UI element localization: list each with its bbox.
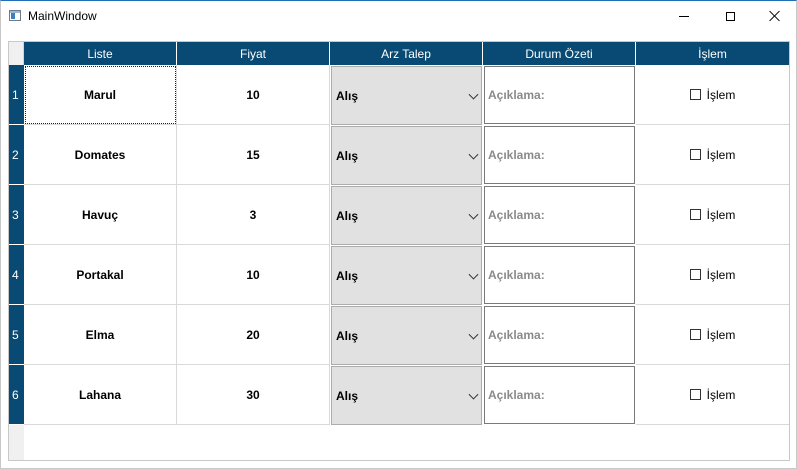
cell-fiyat[interactable]: 15 — [177, 125, 330, 185]
checkbox-label: İşlem — [706, 147, 736, 162]
combobox-value: Alış — [336, 208, 359, 223]
islem-checkbox[interactable]: İşlem — [636, 365, 789, 425]
minimize-button[interactable] — [661, 1, 707, 31]
minimize-icon — [679, 15, 689, 17]
row-header-6[interactable]: 6 — [9, 365, 24, 425]
islem-checkbox[interactable]: İşlem — [636, 185, 789, 245]
durum-ozeti-input[interactable]: Açıklama: — [484, 246, 635, 304]
combobox-value: Alış — [336, 328, 359, 343]
row-header-4[interactable]: 4 — [9, 245, 24, 305]
title-bar[interactable]: MainWindow — [1, 1, 796, 31]
checkbox-icon[interactable] — [689, 389, 701, 400]
row-header-empty-area — [9, 425, 24, 460]
cell-liste[interactable]: Portakal — [24, 245, 177, 305]
durum-ozeti-input[interactable]: Açıklama: — [484, 126, 635, 184]
arz-talep-combobox[interactable]: Alış — [331, 66, 482, 125]
column-header-arz-talep[interactable]: Arz Talep — [330, 42, 483, 65]
cell-fiyat[interactable]: 20 — [177, 305, 330, 365]
row-header-2[interactable]: 2 — [9, 125, 24, 185]
durum-ozeti-input[interactable]: Açıklama: — [484, 186, 635, 244]
table-corner[interactable] — [9, 42, 24, 65]
combobox-value: Alış — [336, 148, 359, 163]
chevron-down-icon — [468, 89, 479, 100]
checkbox-icon[interactable] — [689, 209, 701, 220]
chevron-down-icon — [468, 149, 479, 160]
cell-fiyat[interactable]: 10 — [177, 65, 330, 125]
islem-checkbox[interactable]: İşlem — [636, 305, 789, 365]
cell-fiyat[interactable]: 10 — [177, 245, 330, 305]
checkbox-label: İşlem — [706, 387, 736, 402]
column-header-liste[interactable]: Liste — [24, 42, 177, 65]
arz-talep-combobox[interactable]: Alış — [331, 306, 482, 365]
close-button[interactable] — [752, 1, 797, 31]
cell-liste[interactable]: Domates — [24, 125, 177, 185]
checkbox-icon[interactable] — [689, 89, 701, 100]
checkbox-label: İşlem — [706, 87, 736, 102]
checkbox-icon[interactable] — [689, 149, 701, 160]
close-icon — [769, 10, 781, 22]
islem-checkbox[interactable]: İşlem — [636, 65, 789, 125]
checkbox-icon[interactable] — [689, 329, 701, 340]
row-header-5[interactable]: 5 — [9, 305, 24, 365]
arz-talep-combobox[interactable]: Alış — [331, 366, 482, 425]
row-header-3[interactable]: 3 — [9, 185, 24, 245]
arz-talep-combobox[interactable]: Alış — [331, 186, 482, 245]
app-window-icon — [9, 10, 21, 21]
chevron-down-icon — [468, 209, 479, 220]
checkbox-label: İşlem — [706, 207, 736, 222]
column-header-fiyat[interactable]: Fiyat — [177, 42, 330, 65]
durum-ozeti-input[interactable]: Açıklama: — [484, 366, 635, 424]
maximize-icon — [725, 11, 735, 21]
chevron-down-icon — [468, 269, 479, 280]
column-header-durum-ozeti[interactable]: Durum Özeti — [483, 42, 636, 65]
cell-liste[interactable]: Marul — [24, 65, 177, 125]
combobox-value: Alış — [336, 88, 359, 103]
column-header-islem[interactable]: İşlem — [636, 42, 789, 65]
checkbox-label: İşlem — [706, 267, 736, 282]
cell-liste[interactable]: Havuç — [24, 185, 177, 245]
durum-ozeti-input[interactable]: Açıklama: — [484, 306, 635, 364]
islem-checkbox[interactable]: İşlem — [636, 125, 789, 185]
chevron-down-icon — [468, 329, 479, 340]
checkbox-label: İşlem — [706, 327, 736, 342]
cell-liste[interactable]: Elma — [24, 305, 177, 365]
arz-talep-combobox[interactable]: Alış — [331, 126, 482, 185]
window-title: MainWindow — [28, 9, 97, 23]
cell-fiyat[interactable]: 30 — [177, 365, 330, 425]
row-header-1[interactable]: 1 — [9, 65, 24, 125]
cell-fiyat[interactable]: 3 — [177, 185, 330, 245]
durum-ozeti-input[interactable]: Açıklama: — [484, 66, 635, 124]
combobox-value: Alış — [336, 388, 359, 403]
chevron-down-icon — [468, 389, 479, 400]
main-window: MainWindow Liste Fiyat Arz Talep Durum Ö… — [0, 0, 797, 469]
maximize-button[interactable] — [707, 1, 753, 31]
combobox-value: Alış — [336, 268, 359, 283]
islem-checkbox[interactable]: İşlem — [636, 245, 789, 305]
data-table: Liste Fiyat Arz Talep Durum Özeti İşlem … — [8, 41, 790, 461]
arz-talep-combobox[interactable]: Alış — [331, 246, 482, 305]
cell-liste[interactable]: Lahana — [24, 365, 177, 425]
checkbox-icon[interactable] — [689, 269, 701, 280]
